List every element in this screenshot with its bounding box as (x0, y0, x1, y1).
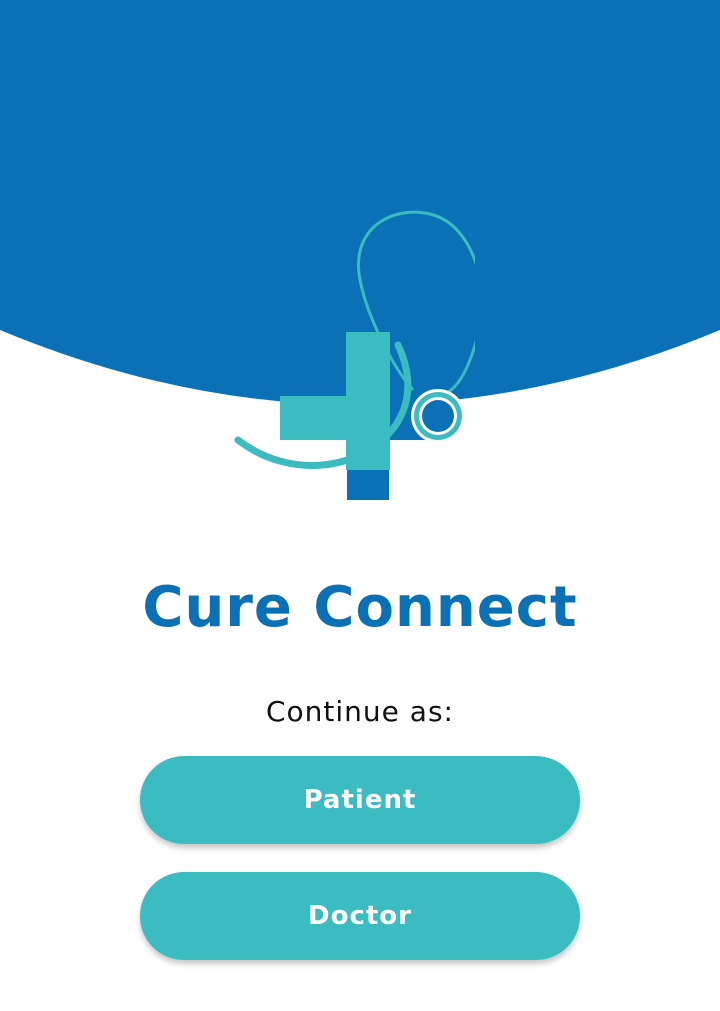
patient-button-label: Patient (303, 785, 417, 815)
patient-button[interactable]: Patient (140, 756, 580, 844)
app-title: Cure Connect (142, 575, 578, 640)
continue-as-label: Continue as: (266, 695, 454, 728)
doctor-button[interactable]: Doctor (140, 872, 580, 960)
cure-connect-logo-icon (234, 210, 475, 500)
doctor-button-label: Doctor (308, 901, 412, 931)
welcome-screen: Cure Connect Continue as: Patient Doctor (0, 0, 720, 1011)
